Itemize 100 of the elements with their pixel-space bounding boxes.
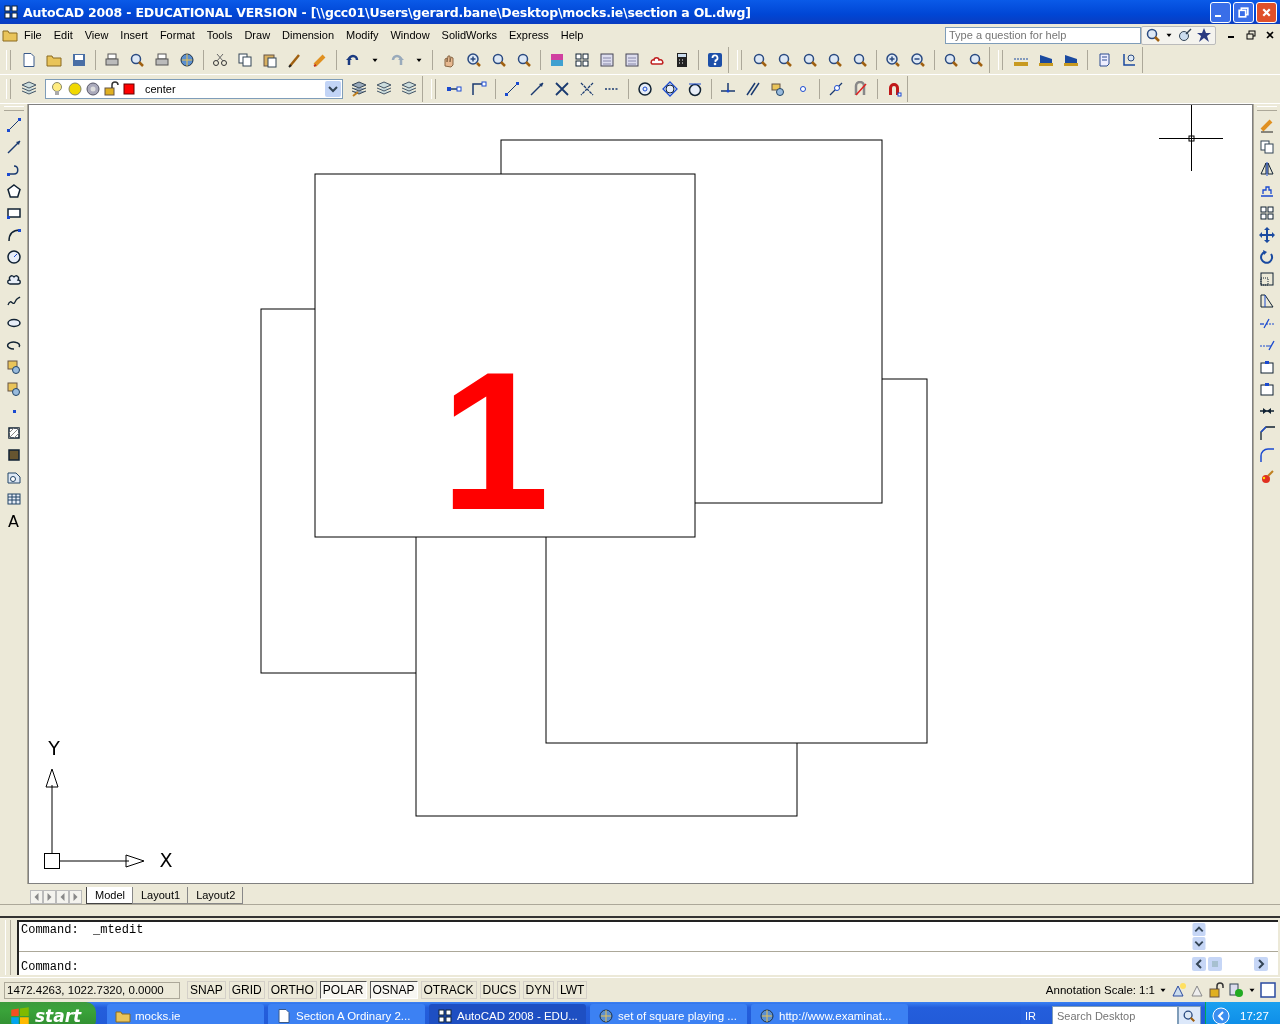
parallel-icon[interactable] [745, 81, 761, 97]
taskbar-button[interactable]: mocks.ie [107, 1004, 264, 1024]
zoom-icon[interactable] [827, 52, 843, 68]
scroll-left-icon[interactable] [1192, 956, 1206, 971]
restore-button[interactable] [1233, 1, 1254, 23]
rotate-icon[interactable] [1259, 249, 1275, 265]
annotation-visibility-icon[interactable] [1171, 982, 1187, 998]
taskbar-button[interactable]: AutoCAD 2008 - EDU... [429, 1004, 586, 1024]
copy-icon[interactable] [237, 52, 253, 68]
menu-item[interactable]: Edit [47, 27, 79, 43]
menu-item[interactable]: Help [554, 27, 590, 43]
layers-icon[interactable] [376, 81, 392, 97]
region-icon[interactable] [5, 469, 22, 485]
layout-tab[interactable]: Layout2 [187, 887, 244, 904]
menu-item[interactable]: Dimension [276, 27, 341, 43]
menu-item[interactable]: Modify [340, 27, 385, 43]
pan-icon[interactable] [441, 52, 457, 68]
star-icon[interactable] [1196, 27, 1212, 43]
start-button[interactable]: start [0, 1002, 96, 1024]
status-toggle[interactable]: DYN [522, 981, 554, 999]
axes-icon[interactable] [1121, 52, 1137, 68]
apparent-intersection-icon[interactable] [579, 81, 595, 97]
dimension-icon[interactable] [1063, 52, 1079, 68]
help-search-field[interactable]: Type a question for help [945, 26, 1141, 44]
sheet-set-icon[interactable] [624, 52, 640, 68]
menu-item[interactable]: Tools [200, 27, 239, 43]
zoom-icon[interactable] [852, 52, 868, 68]
new-file-icon[interactable] [21, 52, 37, 68]
circle-icon[interactable] [5, 249, 22, 265]
stretch-icon[interactable] [1259, 293, 1275, 309]
magnet-icon[interactable] [886, 81, 902, 97]
globe-icon[interactable] [179, 52, 195, 68]
nearest-icon[interactable] [828, 81, 844, 97]
desktop-search-field[interactable]: Search Desktop [1052, 1006, 1178, 1024]
menu-item[interactable]: File [18, 27, 48, 43]
tool-palette-icon[interactable] [599, 52, 615, 68]
text-tool-button[interactable]: A [8, 513, 19, 531]
layout-tab[interactable]: Model [86, 887, 133, 904]
layers-icon[interactable] [401, 81, 417, 97]
status-toggle[interactable]: GRID [228, 981, 265, 999]
zoom-in-icon[interactable] [885, 52, 901, 68]
command-prompt[interactable]: Command: [21, 960, 79, 974]
break-icon[interactable] [1259, 381, 1275, 397]
status-toggle[interactable]: LWT [556, 981, 588, 999]
zoom-icon[interactable] [943, 52, 959, 68]
status-toggle[interactable]: OSNAP [369, 981, 418, 999]
zoom-icon[interactable] [491, 52, 507, 68]
menu-item[interactable]: Insert [114, 27, 154, 43]
tangent-icon[interactable] [687, 81, 703, 97]
fillet-icon[interactable] [1259, 447, 1275, 463]
quadrant-icon[interactable] [662, 81, 678, 97]
no-snap-icon[interactable] [853, 81, 869, 97]
status-toggle[interactable]: DUCS [479, 981, 520, 999]
layers-icon[interactable] [21, 81, 37, 97]
brush-icon[interactable] [287, 52, 303, 68]
menu-item[interactable]: Draw [238, 27, 277, 43]
copy-icon[interactable] [1259, 139, 1275, 155]
status-toggle[interactable]: ORTHO [267, 981, 317, 999]
scroll-right-icon[interactable] [1254, 956, 1268, 971]
zoom-icon[interactable] [802, 52, 818, 68]
zoom-icon[interactable] [752, 52, 768, 68]
open-folder-icon[interactable] [46, 52, 62, 68]
scale-icon[interactable] [1259, 271, 1275, 287]
scroll-up-icon[interactable] [1192, 923, 1206, 936]
clean-screen-icon[interactable] [1260, 982, 1276, 998]
layer-state-icon[interactable] [351, 81, 367, 97]
layout-tab[interactable]: Layout1 [131, 887, 189, 904]
layer-dropdown[interactable]: center [45, 79, 343, 99]
rectangle-icon[interactable] [5, 205, 22, 221]
line-icon[interactable] [529, 81, 545, 97]
plot-icon[interactable] [154, 52, 170, 68]
taskbar-button[interactable]: Section A Ordinary 2... [268, 1004, 425, 1024]
design-center-icon[interactable] [574, 52, 590, 68]
print-preview-icon[interactable] [129, 52, 145, 68]
status-toggle[interactable]: SNAP [187, 981, 226, 999]
show-hidden-icons-icon[interactable] [1212, 1007, 1230, 1024]
mirror-icon[interactable] [1259, 161, 1275, 177]
arc-icon[interactable] [5, 227, 22, 243]
gradient-icon[interactable] [5, 447, 22, 463]
zoom-icon[interactable] [466, 52, 482, 68]
chamfer-icon[interactable] [1259, 425, 1275, 441]
midpoint-snap-icon[interactable] [471, 81, 487, 97]
array-icon[interactable] [1259, 205, 1275, 221]
zoom-icon[interactable] [516, 52, 532, 68]
menu-item[interactable]: Window [384, 27, 436, 43]
move-icon[interactable] [1259, 227, 1275, 243]
lock-icon[interactable] [1209, 982, 1225, 998]
zoom-out-icon[interactable] [910, 52, 926, 68]
menu-item[interactable]: View [78, 27, 115, 43]
taskbar-button[interactable]: http://www.examinat... [751, 1004, 908, 1024]
insert-block-icon[interactable] [5, 359, 22, 375]
taskbar-button[interactable]: set of square playing ... [590, 1004, 747, 1024]
annotation-scale-value[interactable]: 1:1 [1139, 984, 1155, 996]
print-icon[interactable] [104, 52, 120, 68]
make-block-icon[interactable] [5, 381, 22, 397]
dimension-icon[interactable] [1038, 52, 1054, 68]
search-button[interactable] [1178, 1006, 1201, 1024]
cut-icon[interactable] [212, 52, 228, 68]
zoom-icon[interactable] [968, 52, 984, 68]
polygon-icon[interactable] [5, 183, 22, 199]
